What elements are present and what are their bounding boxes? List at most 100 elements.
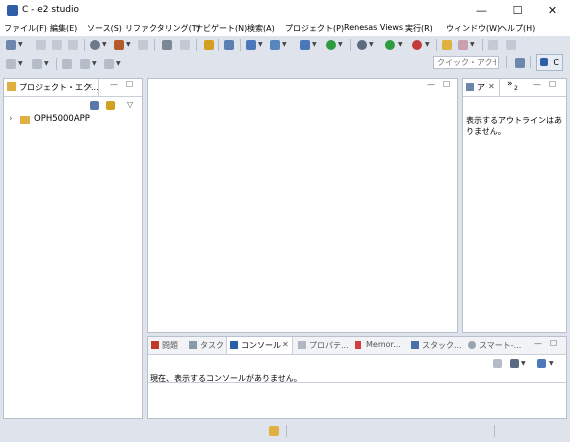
tasks-icon	[189, 341, 197, 349]
tab-smart[interactable]: スマート-...	[466, 339, 528, 353]
previous-annotation-dropdown-icon[interactable]: ▼	[44, 60, 49, 67]
annotation-icon[interactable]	[6, 59, 16, 69]
pen-icon[interactable]	[162, 40, 172, 50]
minimize-button[interactable]: —	[464, 0, 499, 22]
open-file-icon[interactable]	[270, 40, 280, 50]
previous-annotation-icon[interactable]	[32, 59, 42, 69]
new-class-dropdown-icon[interactable]: ▼	[312, 41, 317, 48]
tab-project-explorer[interactable]: プロジェクト・エク... ✕	[4, 79, 99, 96]
menu-run[interactable]: 実行(R)	[405, 23, 433, 34]
minimize-view-icon[interactable]: —	[110, 80, 118, 89]
menu-file[interactable]: ファイル(F)	[4, 23, 47, 34]
menu-search[interactable]: 検索(A)	[247, 23, 275, 34]
settings-icon[interactable]	[90, 40, 100, 50]
link-icon[interactable]	[180, 40, 190, 50]
save-icon[interactable]	[36, 40, 46, 50]
annotation-dropdown-icon[interactable]: ▼	[18, 60, 23, 67]
new-dropdown-icon[interactable]: ▼	[18, 41, 23, 48]
menu-refactor[interactable]: リファクタリング(T)	[125, 23, 200, 34]
settings-dropdown-icon[interactable]: ▼	[102, 41, 107, 48]
open-perspective-icon[interactable]	[515, 58, 525, 68]
minimize-view-icon[interactable]: —	[533, 80, 541, 89]
menu-source[interactable]: ソース(S)	[87, 23, 122, 34]
minimize-editor-icon[interactable]: —	[427, 80, 435, 89]
menu-window[interactable]: ウィンドウ(W)	[446, 23, 500, 34]
forward-icon[interactable]	[104, 59, 114, 69]
back-icon[interactable]	[80, 59, 90, 69]
status-bar	[0, 421, 570, 442]
close-icon[interactable]: ✕	[488, 82, 495, 91]
refresh-icon[interactable]	[326, 40, 336, 50]
maximize-view-icon[interactable]: ☐	[549, 80, 556, 89]
new-class-icon[interactable]	[300, 40, 310, 50]
folder-icon[interactable]	[442, 40, 452, 50]
debug-dropdown-icon[interactable]: ▼	[369, 41, 374, 48]
forward-dropdown-icon[interactable]: ▼	[116, 60, 121, 67]
toolbar-separator	[436, 39, 437, 51]
maximize-view-icon[interactable]: ☐	[126, 80, 133, 89]
title-bar: C - e2 studio — ☐ ✕	[0, 0, 570, 22]
build-all-icon[interactable]	[138, 40, 148, 50]
window-icon[interactable]	[224, 40, 234, 50]
menu-renesas-views[interactable]: Renesas Views	[344, 23, 403, 32]
refresh-dropdown-icon[interactable]: ▼	[338, 41, 343, 48]
open-console-dropdown-icon[interactable]: ▼	[549, 360, 554, 367]
save-all-icon[interactable]	[52, 40, 62, 50]
last-edit-icon[interactable]	[62, 59, 72, 69]
tab-label: タスク	[200, 341, 224, 350]
open-console-icon[interactable]	[537, 359, 546, 368]
close-icon[interactable]: ✕	[86, 82, 93, 91]
view-menu-icon[interactable]: ▽	[127, 100, 133, 109]
disabled-tool-icon[interactable]	[488, 40, 498, 50]
external-tools-dropdown-icon[interactable]: ▼	[425, 41, 430, 48]
tab-outline[interactable]: ア ✕	[463, 79, 500, 96]
tab-memory[interactable]: Memor...	[353, 339, 403, 353]
perspective-c-button[interactable]: C	[536, 54, 563, 71]
open-file-dropdown-icon[interactable]: ▼	[282, 41, 287, 48]
status-folder-icon[interactable]	[269, 426, 279, 436]
pin-console-icon[interactable]	[493, 359, 502, 368]
close-button[interactable]: ✕	[535, 0, 570, 22]
project-folder-icon	[20, 116, 30, 124]
disabled-tool-icon[interactable]	[506, 40, 516, 50]
new-project-icon[interactable]	[246, 40, 256, 50]
menu-edit[interactable]: 編集(E)	[50, 23, 77, 34]
tree-item-project[interactable]: › OPH5000APP	[9, 114, 119, 126]
tab-problems[interactable]: 問題	[149, 339, 185, 353]
collapse-all-icon[interactable]	[90, 101, 99, 110]
build-icon[interactable]	[114, 40, 124, 50]
link-with-editor-icon[interactable]	[106, 101, 115, 110]
run-dropdown-icon[interactable]: ▼	[398, 41, 403, 48]
print-icon[interactable]	[68, 40, 78, 50]
maximize-button[interactable]: ☐	[500, 0, 535, 22]
back-dropdown-icon[interactable]: ▼	[92, 60, 97, 67]
tab-stack[interactable]: スタック...	[409, 339, 463, 353]
close-icon[interactable]: ✕	[282, 340, 289, 349]
brush-dropdown-icon[interactable]: ▼	[470, 41, 475, 48]
maximize-view-icon[interactable]: ☐	[550, 339, 557, 348]
new-project-dropdown-icon[interactable]: ▼	[258, 41, 263, 48]
expand-arrow-icon[interactable]: ›	[9, 114, 13, 124]
tab-label: スマート-...	[479, 341, 522, 350]
pencil-icon[interactable]	[204, 40, 214, 50]
menu-navigate[interactable]: ナビゲート(N)	[195, 23, 247, 34]
tab-tasks[interactable]: タスク	[187, 339, 225, 353]
tab-properties[interactable]: プロパテ...	[296, 339, 350, 353]
view-overflow-icon[interactable]: »	[507, 79, 513, 89]
tab-console[interactable]: コンソール ✕	[226, 337, 293, 354]
toolbar-separator	[154, 39, 155, 51]
brush-icon[interactable]	[458, 40, 468, 50]
minimize-view-icon[interactable]: —	[534, 339, 542, 348]
editor-area	[147, 78, 458, 333]
display-console-icon[interactable]	[510, 359, 519, 368]
external-tools-icon[interactable]	[412, 40, 422, 50]
debug-icon[interactable]	[357, 40, 367, 50]
menu-project[interactable]: プロジェクト(P)	[285, 23, 344, 34]
quick-access-input[interactable]	[433, 56, 499, 69]
new-icon[interactable]	[6, 40, 16, 50]
menu-help[interactable]: ヘルプ(H)	[499, 23, 535, 34]
run-icon[interactable]	[385, 40, 395, 50]
build-dropdown-icon[interactable]: ▼	[126, 41, 131, 48]
display-console-dropdown-icon[interactable]: ▼	[521, 360, 526, 367]
maximize-editor-icon[interactable]: ☐	[443, 80, 450, 89]
